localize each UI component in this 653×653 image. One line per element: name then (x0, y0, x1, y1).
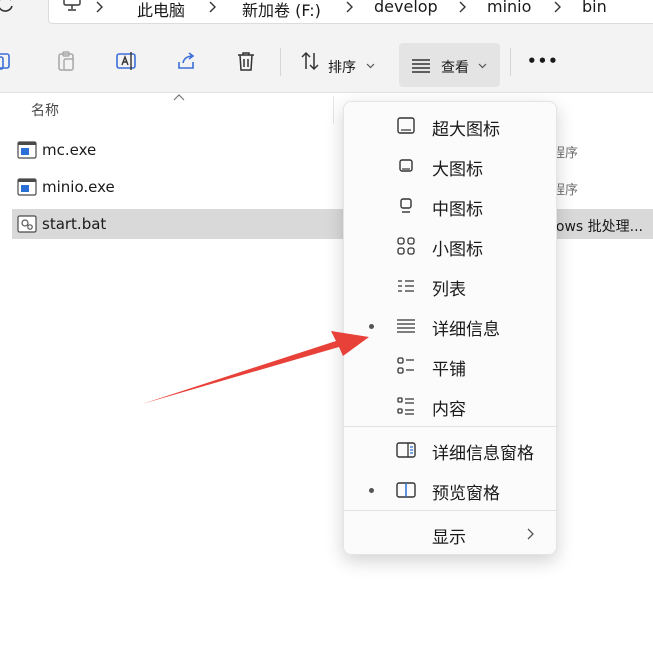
sort-icon-wrap (296, 47, 324, 75)
menu-item-extra-large-icons[interactable]: 超大图标 (344, 108, 556, 144)
breadcrumb-this-pc[interactable]: 此电脑 (137, 0, 185, 21)
batch-file-icon (17, 215, 37, 233)
chevron-right-icon (527, 528, 534, 540)
menu-item-label: 小图标 (432, 240, 483, 260)
trash-icon (238, 52, 254, 71)
menu-item-tiles[interactable]: 平铺 (344, 348, 556, 384)
sort-icon (301, 51, 319, 71)
breadcrumb-bin[interactable]: bin (582, 0, 607, 16)
breadcrumb-drive[interactable]: 新加卷 (F:) (242, 0, 321, 21)
menu-item-content[interactable]: 内容 (344, 388, 556, 424)
file-name: minio.exe (42, 178, 115, 196)
command-bar: 排序 查看 ••• (0, 28, 653, 93)
paste-icon (58, 51, 74, 71)
file-name: start.bat (42, 215, 107, 233)
chevron-down-icon (366, 63, 375, 69)
share-button[interactable] (172, 47, 200, 75)
exe-file-icon (17, 141, 37, 159)
list-icon (398, 280, 414, 292)
delete-button[interactable] (232, 47, 260, 75)
breadcrumb-chevron-icon[interactable] (92, 0, 106, 14)
menu-item-label: 平铺 (432, 360, 466, 380)
menu-item-label: 内容 (432, 400, 466, 420)
view-menu: 超大图标 大图标 中图标 小图标 列表 详细信息 平铺 内容 详细信息窗格 预览… (343, 101, 557, 555)
breadcrumb-chevron-icon[interactable] (342, 0, 356, 14)
menu-item-list[interactable]: 列表 (344, 268, 556, 304)
menu-item-label: 详细信息窗格 (432, 444, 534, 464)
sort-button[interactable]: 排序 (328, 57, 356, 77)
copy-icon (0, 53, 10, 70)
exe-file-icon (17, 178, 37, 196)
menu-item-small-icons[interactable]: 小图标 (344, 228, 556, 264)
file-type: lows 批处理... (552, 219, 643, 235)
this-pc-icon (63, 0, 81, 11)
content-icon (397, 397, 414, 415)
details-pane-icon (396, 442, 416, 458)
selected-indicator-icon (369, 488, 374, 493)
selected-indicator-icon (369, 324, 374, 329)
tiles-icon (397, 357, 414, 374)
menu-item-label: 大图标 (432, 160, 483, 180)
paste-button[interactable] (52, 47, 80, 75)
menu-item-show[interactable]: 显示 (344, 516, 556, 552)
menu-item-label: 显示 (432, 528, 466, 548)
menu-item-preview-pane[interactable]: 预览窗格 (344, 472, 556, 508)
preview-pane-icon (396, 482, 416, 498)
rename-button[interactable] (112, 47, 140, 75)
address-bar: 此电脑 新加卷 (F:) develop minio bin (0, 0, 653, 28)
menu-divider (344, 510, 556, 511)
file-name: mc.exe (42, 141, 97, 159)
menu-divider (344, 426, 556, 427)
breadcrumb-chevron-icon[interactable] (205, 0, 219, 14)
share-icon (178, 52, 195, 69)
column-header-name[interactable]: 名称 (31, 100, 59, 120)
menu-item-label: 列表 (432, 280, 466, 300)
breadcrumb-chevron-icon[interactable] (550, 0, 564, 14)
menu-item-details-pane[interactable]: 详细信息窗格 (344, 432, 556, 468)
small-icons-icon (397, 237, 415, 255)
view-label: 查看 (441, 60, 469, 76)
menu-item-large-icons[interactable]: 大图标 (344, 148, 556, 184)
menu-item-details[interactable]: 详细信息 (344, 308, 556, 344)
breadcrumb-minio[interactable]: minio (487, 0, 531, 16)
details-icon (397, 319, 415, 333)
rename-icon (116, 52, 136, 70)
medium-icons-icon (400, 198, 412, 213)
view-button[interactable]: 查看 (399, 43, 500, 87)
large-icons-icon (399, 159, 413, 172)
copy-button[interactable] (0, 47, 16, 75)
menu-item-label: 中图标 (432, 200, 483, 220)
breadcrumb-chevron-icon[interactable] (455, 0, 469, 14)
view-details-icon (412, 59, 430, 73)
menu-item-medium-icons[interactable]: 中图标 (344, 188, 556, 224)
extra-large-icons-icon (397, 117, 415, 134)
more-options-button[interactable]: ••• (527, 52, 559, 70)
breadcrumb-develop[interactable]: develop (374, 0, 438, 16)
refresh-icon[interactable] (0, 0, 16, 14)
menu-item-label: 详细信息 (432, 320, 500, 340)
menu-item-label: 预览窗格 (432, 484, 500, 504)
menu-item-label: 超大图标 (432, 120, 500, 140)
chevron-down-icon (478, 63, 487, 69)
sort-ascending-icon (173, 94, 185, 101)
